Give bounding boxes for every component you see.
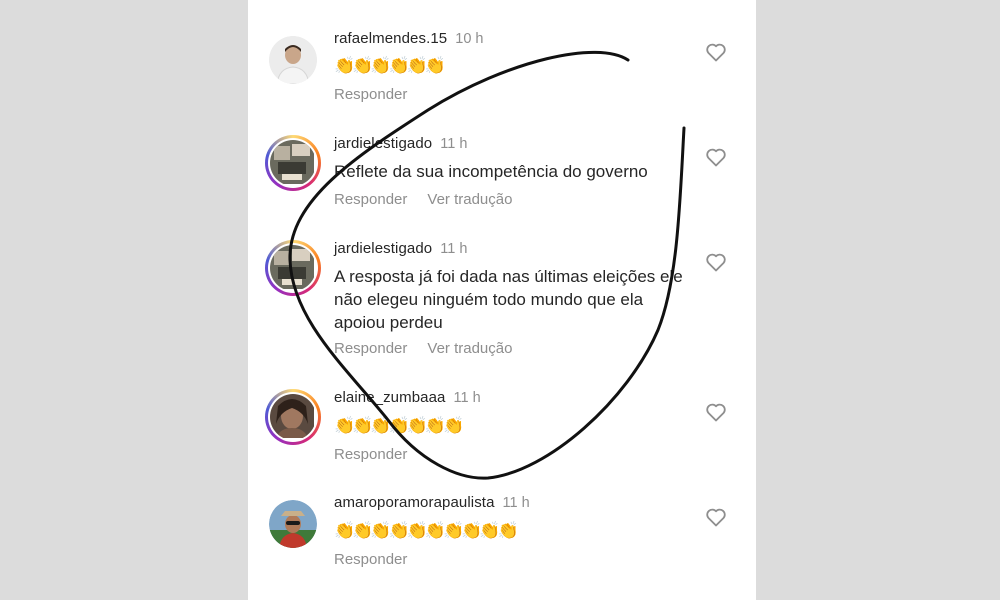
reply-button[interactable]: Responder — [334, 340, 407, 357]
reply-button[interactable]: Responder — [334, 551, 407, 568]
reply-button[interactable]: Responder — [334, 446, 407, 463]
avatar-story-ring[interactable] — [265, 240, 321, 296]
reply-button[interactable]: Responder — [334, 86, 407, 103]
timestamp: 11 h — [502, 495, 530, 511]
username[interactable]: jardielestigado — [334, 135, 432, 152]
profile-photo — [270, 140, 314, 184]
comment-header: elaine_zumbaaa 11 h — [334, 389, 481, 406]
avatar[interactable] — [269, 500, 317, 548]
avatar-story-ring[interactable] — [265, 389, 321, 445]
heart-icon[interactable] — [704, 40, 728, 64]
username[interactable]: amaroporamorapaulista — [334, 494, 495, 511]
comments-panel: rafaelmendes.15 10 h 👏👏👏👏👏👏 Responder ja… — [248, 0, 756, 600]
reply-button[interactable]: Responder — [334, 191, 407, 208]
profile-photo — [270, 394, 314, 438]
comment-actions: Responder Ver tradução — [334, 340, 512, 357]
timestamp: 11 h — [453, 390, 481, 406]
see-translation-button[interactable]: Ver tradução — [427, 191, 512, 208]
heart-icon[interactable] — [704, 505, 728, 529]
avatar[interactable] — [269, 36, 317, 84]
comment-actions: Responder — [334, 86, 407, 103]
username[interactable]: elaine_zumbaaa — [334, 389, 445, 406]
timestamp: 10 h — [455, 31, 484, 47]
comment-text: 👏👏👏👏👏👏 — [334, 56, 446, 75]
profile-photo — [269, 500, 317, 548]
heart-icon[interactable] — [704, 400, 728, 424]
comment-text: A resposta já foi dada nas últimas eleiç… — [334, 267, 683, 332]
comment-header: amaroporamorapaulista 11 h — [334, 494, 530, 511]
heart-icon[interactable] — [704, 250, 728, 274]
profile-photo — [270, 245, 314, 289]
see-translation-button[interactable]: Ver tradução — [427, 340, 512, 357]
username[interactable]: jardielestigado — [334, 240, 432, 257]
heart-icon[interactable] — [704, 145, 728, 169]
comment-actions: Responder — [334, 446, 407, 463]
comment-text: Reflete da sua incompetência do governo — [334, 162, 648, 181]
comment-actions: Responder — [334, 551, 407, 568]
username[interactable]: rafaelmendes.15 — [334, 30, 447, 47]
comment-header: jardielestigado 11 h — [334, 240, 467, 257]
timestamp: 11 h — [440, 136, 468, 152]
timestamp: 11 h — [440, 241, 468, 257]
comment-text: 👏👏👏👏👏👏👏 — [334, 416, 464, 435]
comment-actions: Responder Ver tradução — [334, 191, 512, 208]
comment-header: rafaelmendes.15 10 h — [334, 30, 483, 47]
comment-header: jardielestigado 11 h — [334, 135, 467, 152]
avatar-story-ring[interactable] — [265, 135, 321, 191]
comment-text: 👏👏👏👏👏👏👏👏👏👏 — [334, 521, 519, 540]
profile-photo — [269, 36, 317, 84]
